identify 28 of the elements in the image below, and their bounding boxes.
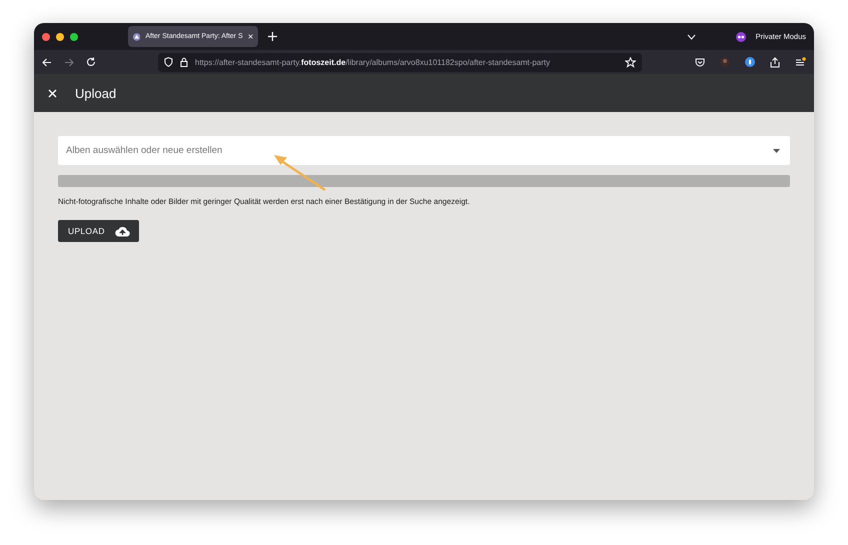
close-tab-icon[interactable] xyxy=(248,33,253,40)
forward-icon[interactable] xyxy=(64,58,74,66)
close-icon[interactable] xyxy=(48,88,57,98)
site-icon xyxy=(133,32,140,42)
back-icon[interactable] xyxy=(42,58,52,66)
dropdown-icon[interactable] xyxy=(773,149,780,153)
address-bar[interactable]: https://after-standesamt-party.fotoszeit.de/library/albums/arvo8xu101182spo/after-standesamt-party xyxy=(158,52,642,72)
annotation-arrow xyxy=(272,152,328,192)
chevron-down-icon[interactable] xyxy=(686,34,696,40)
close-window-button[interactable] xyxy=(42,32,50,40)
minimize-window-button[interactable] xyxy=(56,32,64,40)
zoom-window-button[interactable] xyxy=(70,32,78,40)
new-tab-icon[interactable] xyxy=(268,32,277,41)
share-icon[interactable] xyxy=(770,56,780,68)
extension-icon[interactable] xyxy=(745,57,755,67)
mask-icon xyxy=(736,32,746,42)
cloud-upload-icon xyxy=(114,226,130,236)
avatar-icon[interactable] xyxy=(720,57,730,67)
shield-icon xyxy=(164,57,173,67)
reload-icon[interactable] xyxy=(86,57,96,67)
lock-icon xyxy=(180,57,188,67)
upload-button[interactable]: UPLOAD xyxy=(58,220,139,242)
url-text: https://after-standesamt-party.fotoszeit.de/library/albums/arvo8xu101182spo/after-standesamt-party xyxy=(195,58,551,66)
album-select[interactable]: Alben auswählen oder neue erstellen xyxy=(58,136,790,165)
star-icon[interactable] xyxy=(625,56,636,68)
page-title: Upload xyxy=(75,86,116,100)
pocket-icon[interactable] xyxy=(695,58,705,66)
menu-icon[interactable] xyxy=(795,57,806,67)
